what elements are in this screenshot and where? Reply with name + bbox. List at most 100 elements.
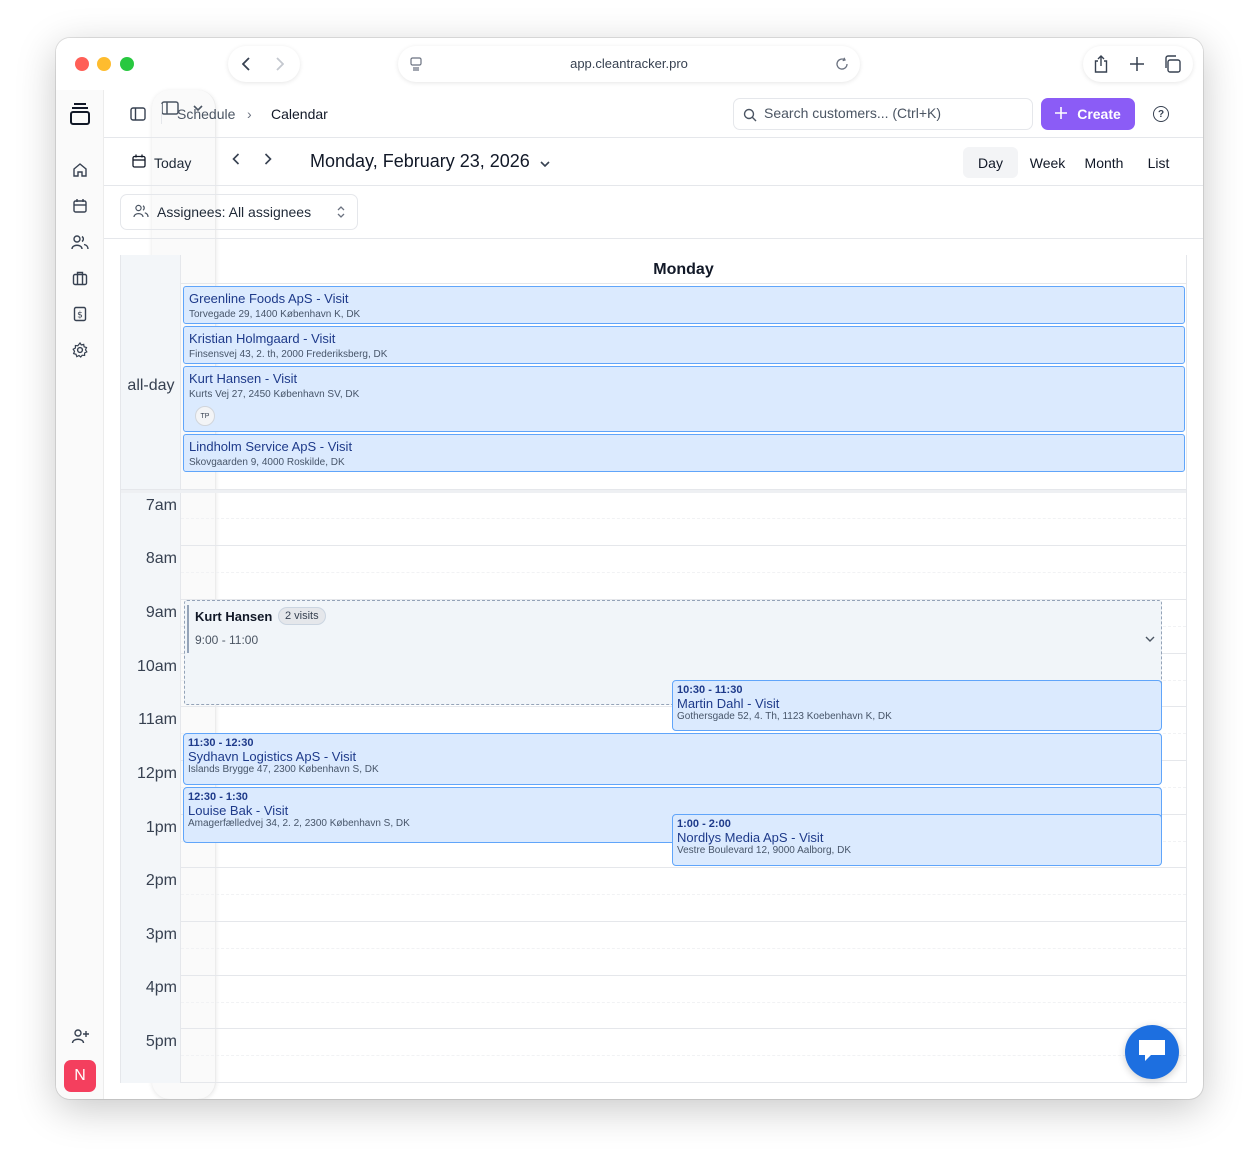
app-topbar: Schedule › Calendar Create ? <box>104 90 1203 138</box>
maximize-window-button[interactable] <box>120 57 134 71</box>
hour-label: 1pm <box>145 819 177 836</box>
date-title: Monday, February 23, 2026 <box>310 151 530 171</box>
url-text: app.cleantracker.pro <box>570 56 688 71</box>
event-title: Kristian Holmgaard - Visit <box>189 331 336 346</box>
close-window-button[interactable] <box>75 57 89 71</box>
new-tab-icon[interactable] <box>1127 54 1147 74</box>
allday-separator <box>121 489 1186 493</box>
event-title: Nordlys Media ApS - Visit <box>677 830 824 845</box>
allday-event[interactable]: Kristian Holmgaard - Visit Finsensvej 43… <box>183 326 1185 364</box>
chevron-down-icon <box>540 151 550 172</box>
chat-widget-button[interactable] <box>1125 1025 1179 1079</box>
breadcrumb-schedule[interactable]: Schedule <box>177 106 235 122</box>
search-input[interactable] <box>764 105 1024 121</box>
allday-event[interactable]: Lindholm Service ApS - Visit Skovgaarden… <box>183 434 1185 472</box>
group-name: Kurt Hansen <box>195 609 273 624</box>
view-list-button[interactable]: List <box>1136 147 1181 178</box>
hour-label: 8am <box>145 550 177 567</box>
event-address: Finsensvej 43, 2. th, 2000 Frederiksberg… <box>189 349 388 360</box>
calendar-small-icon <box>132 154 146 171</box>
create-button-label: Create <box>1077 106 1121 122</box>
group-time: 9:00 - 11:00 <box>195 633 259 647</box>
hour-label: 4pm <box>145 979 177 996</box>
view-day-button[interactable]: Day <box>963 147 1018 178</box>
reload-icon[interactable] <box>834 56 850 72</box>
day-header: Monday <box>181 255 1186 284</box>
event-address: Torvegade 29, 1400 København K, DK <box>189 309 361 320</box>
chevron-up-down-icon <box>337 205 345 222</box>
calendar-event[interactable]: 1:00 - 2:00 Nordlys Media ApS - Visit Ve… <box>672 814 1162 866</box>
invite-user-icon[interactable] <box>70 1026 90 1046</box>
event-title: Greenline Foods ApS - Visit <box>189 291 349 306</box>
event-title: Martin Dahl - Visit <box>677 696 780 711</box>
event-time: 12:30 - 1:30 <box>188 791 248 803</box>
panel-toggle-icon[interactable] <box>128 104 148 124</box>
previous-day-icon[interactable] <box>232 152 240 170</box>
view-week-button[interactable]: Week <box>1020 147 1075 178</box>
invoice-icon[interactable]: $ <box>70 304 90 324</box>
hour-label: 7am <box>145 497 177 514</box>
view-month-button[interactable]: Month <box>1074 147 1134 178</box>
home-icon[interactable] <box>70 160 90 180</box>
chat-bubble-icon <box>1137 1037 1167 1068</box>
event-title: Sydhavn Logistics ApS - Visit <box>188 749 357 764</box>
hour-label: 5pm <box>145 1033 177 1050</box>
tab-overview-icon[interactable] <box>1162 54 1182 74</box>
allday-label: all-day <box>127 377 175 394</box>
allday-event[interactable]: Greenline Foods ApS - Visit Torvegade 29… <box>183 286 1185 324</box>
hour-line <box>181 921 1186 922</box>
assignees-label: Assignees: All assignees <box>157 204 312 220</box>
group-indicator <box>187 605 189 653</box>
hour-line <box>181 1028 1186 1029</box>
address-bar[interactable]: app.cleantracker.pro <box>398 46 860 82</box>
user-avatar[interactable]: N <box>64 1060 96 1092</box>
calendar-grid: Monday all-day Greenline Foods ApS - Vis… <box>120 255 1187 1083</box>
expand-chevron-icon[interactable] <box>1145 631 1155 645</box>
allday-event[interactable]: Kurt Hansen - Visit Kurts Vej 27, 2450 K… <box>183 366 1185 432</box>
event-address: Skovgaarden 9, 4000 Roskilde, DK <box>189 457 345 468</box>
minimize-window-button[interactable] <box>97 57 111 71</box>
calendar-event[interactable]: 11:30 - 12:30 Sydhavn Logistics ApS - Vi… <box>183 733 1162 785</box>
today-label: Today <box>154 154 192 171</box>
hour-label: 12pm <box>136 765 177 782</box>
event-title: Lindholm Service ApS - Visit <box>189 439 353 454</box>
divider <box>161 104 162 124</box>
users-icon[interactable] <box>70 232 90 252</box>
share-icon[interactable] <box>1091 54 1111 74</box>
half-hour-line <box>181 948 1186 949</box>
calendar-toolbar: Today Monday, February 23, 2026 Day Week… <box>104 138 1203 186</box>
forward-arrow-icon[interactable] <box>270 55 290 73</box>
users-icon <box>133 204 149 221</box>
breadcrumb-separator-icon: › <box>247 106 252 122</box>
calendar-event[interactable]: 10:30 - 11:30 Martin Dahl - Visit Gother… <box>672 680 1162 731</box>
half-hour-line <box>181 572 1186 573</box>
filter-bar: Assignees: All assignees <box>104 186 1203 239</box>
plus-icon <box>1055 106 1068 122</box>
breadcrumb-calendar: Calendar <box>271 106 328 122</box>
date-picker[interactable]: Monday, February 23, 2026 <box>310 151 550 172</box>
briefcase-icon[interactable] <box>70 268 90 288</box>
event-title: Kurt Hansen - Visit <box>189 371 298 386</box>
today-button[interactable]: Today <box>132 154 191 171</box>
calendar-icon[interactable] <box>70 196 90 216</box>
assignee-avatar: TP <box>195 406 215 426</box>
help-icon[interactable]: ? <box>1153 106 1169 122</box>
event-address: Islands Brygge 47, 2300 København S, DK <box>188 764 379 775</box>
next-day-icon[interactable] <box>264 152 272 170</box>
back-arrow-icon[interactable] <box>236 55 256 73</box>
half-hour-line <box>181 1055 1186 1056</box>
assignees-select[interactable]: Assignees: All assignees <box>120 194 358 230</box>
event-address: Kurts Vej 27, 2450 København SV, DK <box>189 389 360 400</box>
search-box <box>733 98 1033 130</box>
app-sidebar: $ N <box>56 90 104 1099</box>
hour-label: 10am <box>136 658 177 675</box>
search-icon <box>743 108 757 122</box>
browser-window: app.cleantracker.pro $ N Schedule › Cale… <box>56 38 1203 1099</box>
hour-label: 2pm <box>145 872 177 889</box>
create-button[interactable]: Create <box>1041 98 1135 130</box>
browser-toolbar: app.cleantracker.pro <box>56 38 1203 1099</box>
event-address: Gothersgade 52, 4. Th, 1123 Koebenhavn K… <box>677 711 892 722</box>
settings-gear-icon[interactable] <box>70 340 90 360</box>
visit-count-badge: 2 visits <box>278 607 326 625</box>
app-logo-icon[interactable] <box>68 102 92 126</box>
